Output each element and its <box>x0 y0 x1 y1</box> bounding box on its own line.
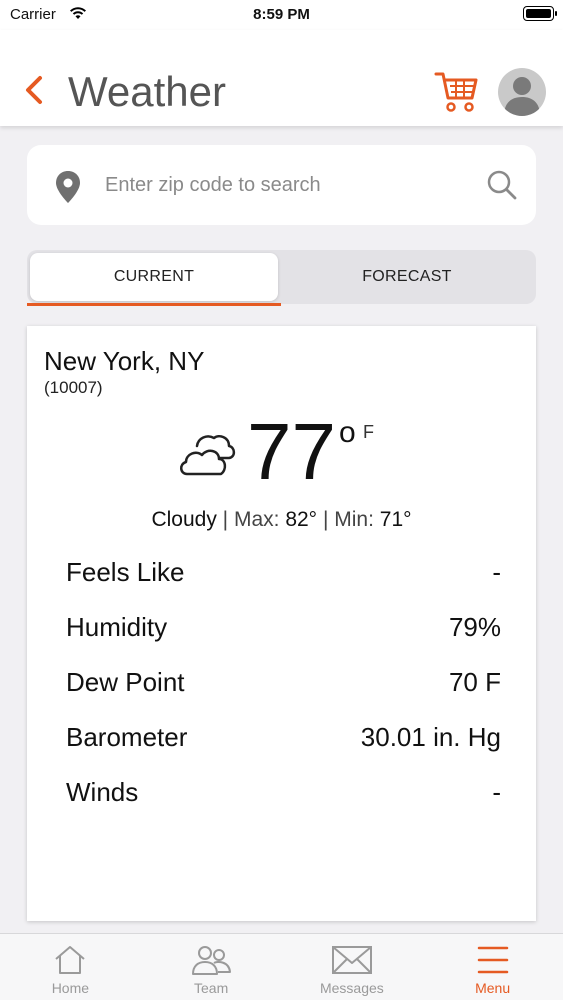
team-icon <box>192 946 232 975</box>
detail-row-humidity: Humidity 79% <box>66 607 501 647</box>
max-value: 82° <box>285 508 318 531</box>
temperature-unit: F <box>363 422 374 442</box>
min-label: Min: <box>334 508 374 531</box>
nav-home[interactable]: Home <box>0 934 141 1000</box>
detail-value: - <box>492 776 501 807</box>
separator: | <box>322 508 335 531</box>
detail-row-feels-like: Feels Like - <box>66 552 501 592</box>
app-header: Weather <box>0 30 563 126</box>
zip-code: (10007) <box>44 378 103 397</box>
detail-value: 30.01 in. Hg <box>360 721 501 752</box>
max-label: Max: <box>233 508 280 531</box>
nav-menu[interactable]: Menu <box>422 934 563 1000</box>
condition-text: Cloudy <box>151 508 217 531</box>
detail-row-barometer: Barometer 30.01 in. Hg <box>66 717 501 757</box>
detail-row-winds: Winds - <box>66 772 501 812</box>
cloudy-icon <box>180 435 236 476</box>
weather-summary: Cloudy | Max: 82° | Min: 71° <box>27 508 536 532</box>
user-avatar-icon[interactable] <box>498 68 546 116</box>
detail-label: Feels Like <box>66 556 185 587</box>
detail-value: 79% <box>448 611 501 642</box>
detail-value: - <box>492 556 501 587</box>
page-title: Weather <box>68 68 226 115</box>
battery-icon <box>523 6 557 21</box>
min-value: 71° <box>379 508 412 531</box>
bottom-tab-bar: Home Team Messages Menu <box>0 933 563 1000</box>
person-silhouette-icon <box>504 77 540 116</box>
active-tab-indicator <box>27 303 281 306</box>
tab-current[interactable]: CURRENT <box>30 253 278 301</box>
weather-tabs: CURRENT FORECAST <box>27 250 536 304</box>
location-pin-icon <box>56 171 80 203</box>
zip-search-input[interactable] <box>105 167 465 203</box>
detail-label: Winds <box>66 776 139 807</box>
detail-value: 70 F <box>448 666 501 697</box>
detail-label: Barometer <box>66 721 188 752</box>
tab-forecast[interactable]: FORECAST <box>281 253 533 301</box>
nav-team-label: Team <box>194 980 229 996</box>
temperature-value: 77 <box>247 407 336 496</box>
nav-menu-label: Menu <box>475 980 511 996</box>
city-name: New York, NY <box>44 346 205 376</box>
detail-row-dew-point: Dew Point 70 F <box>66 662 501 702</box>
menu-icon <box>477 946 508 974</box>
temperature-degree-symbol: o <box>339 416 356 449</box>
separator: | <box>222 508 234 531</box>
search-icon[interactable] <box>486 169 518 201</box>
zip-search-box[interactable] <box>27 145 536 225</box>
current-weather-card: New York, NY (10007) 77 o F Cloudy | Max… <box>27 326 536 921</box>
nav-home-label: Home <box>51 980 90 996</box>
chevron-left-icon[interactable] <box>22 74 46 106</box>
detail-label: Humidity <box>66 611 168 642</box>
status-bar: Carrier 8:59 PM <box>0 0 563 30</box>
home-icon <box>55 946 86 974</box>
nav-messages[interactable]: Messages <box>282 934 423 1000</box>
nav-team[interactable]: Team <box>141 934 282 1000</box>
detail-label: Dew Point <box>66 666 185 697</box>
nav-messages-label: Messages <box>319 980 384 996</box>
cart-icon[interactable] <box>434 68 480 114</box>
status-time: 8:59 PM <box>253 6 310 23</box>
envelope-icon <box>331 946 372 974</box>
